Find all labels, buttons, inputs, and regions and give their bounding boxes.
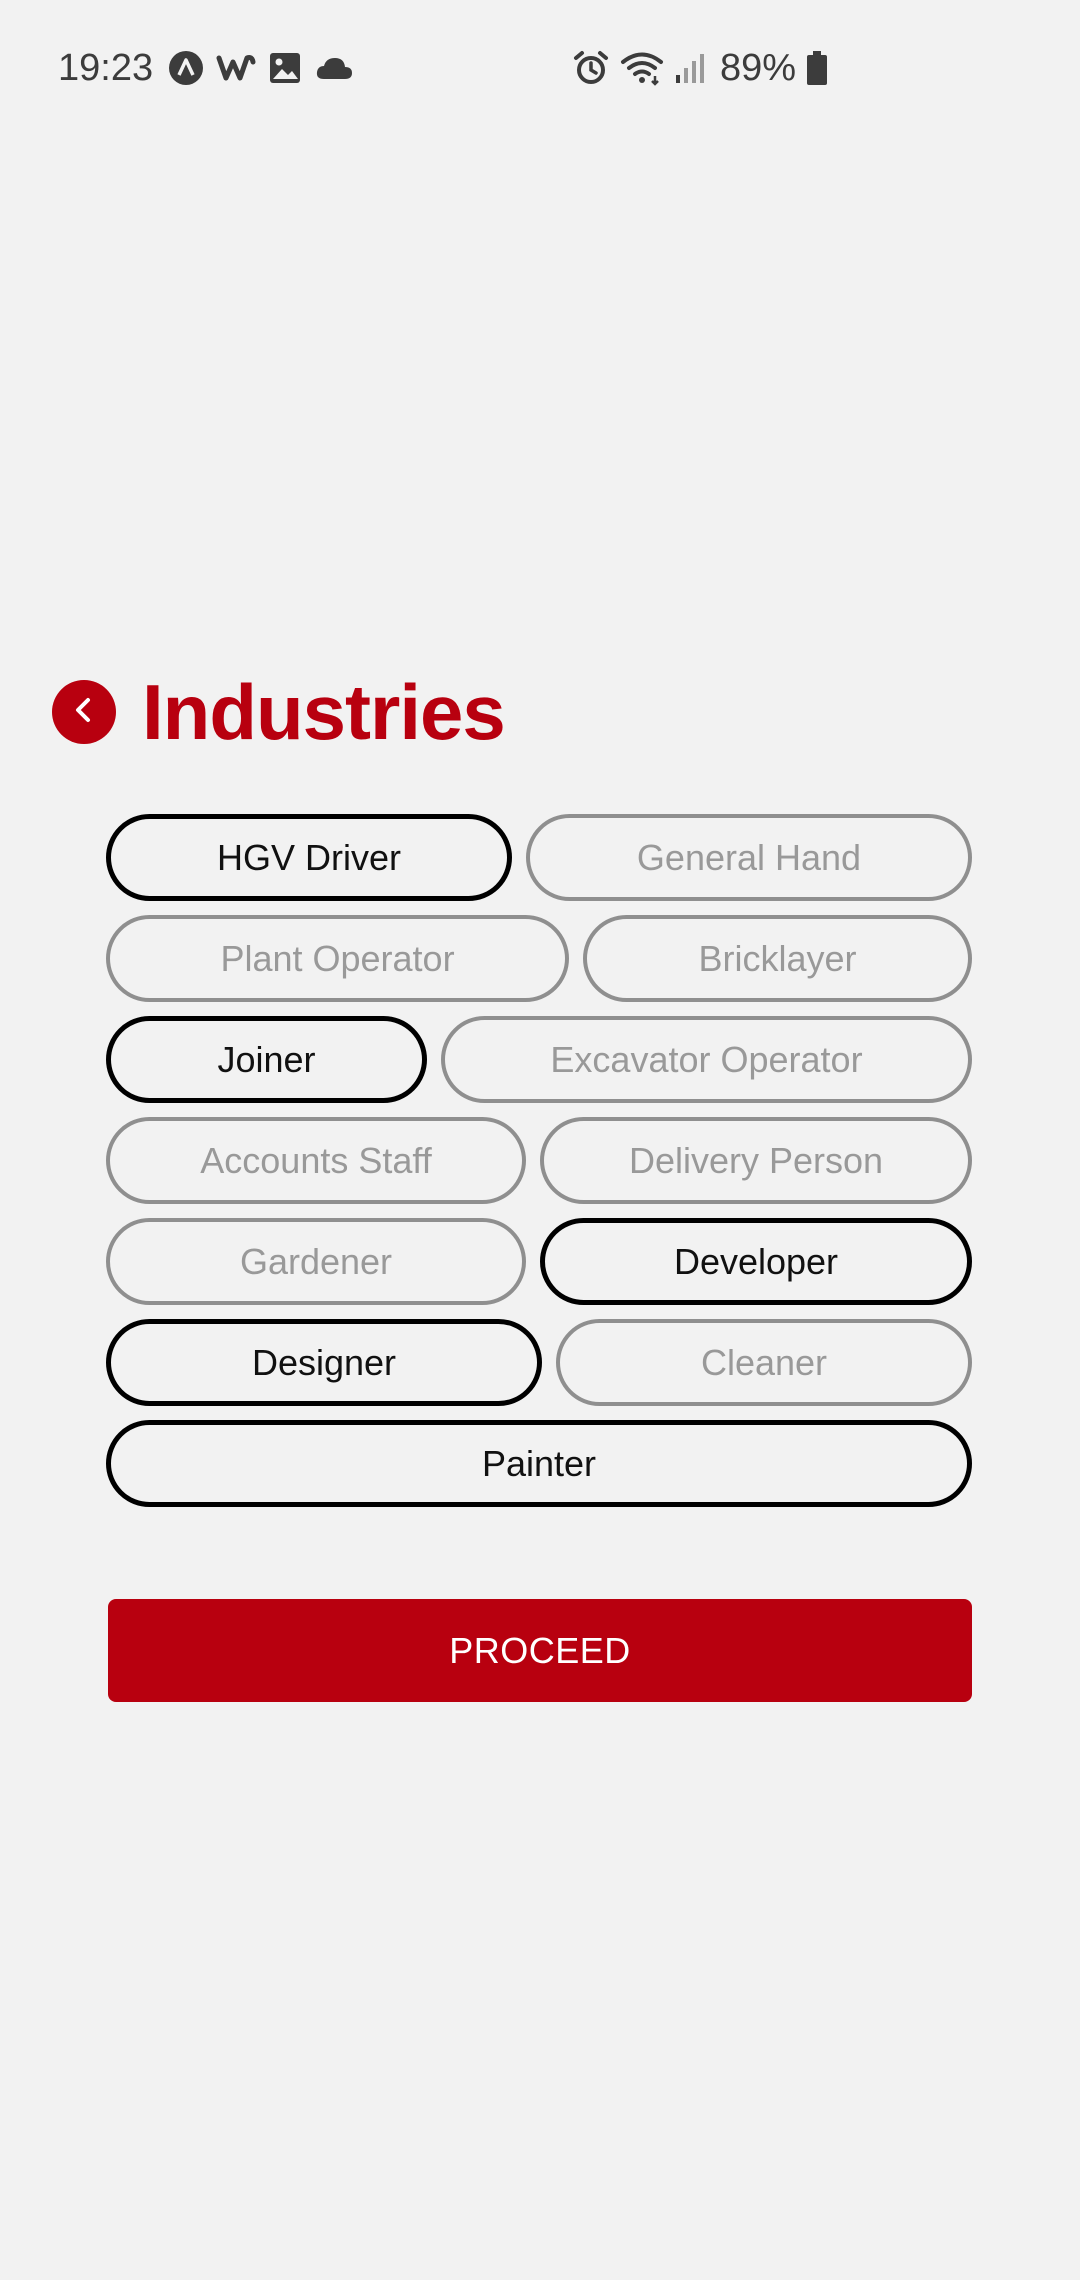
chip-gardener[interactable]: Gardener [106, 1218, 526, 1305]
proceed-button[interactable]: PROCEED [108, 1599, 972, 1702]
chevron-left-icon [69, 695, 99, 730]
back-button[interactable] [52, 680, 116, 744]
chip-row: Gardener Developer [106, 1218, 972, 1305]
status-time: 19:23 [58, 47, 154, 89]
chip-joiner[interactable]: Joiner [106, 1016, 427, 1103]
signal-icon [674, 51, 704, 85]
navigation-app-icon [168, 50, 204, 86]
chip-delivery-person[interactable]: Delivery Person [540, 1117, 972, 1204]
chip-accounts-staff[interactable]: Accounts Staff [106, 1117, 526, 1204]
battery-percentage: 89% [720, 47, 797, 89]
wifi-icon [620, 50, 664, 86]
chip-row: Painter [106, 1420, 972, 1507]
chip-row: Plant Operator Bricklayer [106, 915, 972, 1002]
chip-bricklayer[interactable]: Bricklayer [583, 915, 972, 1002]
chip-developer[interactable]: Developer [540, 1218, 972, 1305]
chip-plant-operator[interactable]: Plant Operator [106, 915, 569, 1002]
status-left-icons [168, 50, 354, 86]
chip-painter[interactable]: Painter [106, 1420, 972, 1507]
alarm-icon [572, 49, 610, 87]
chip-row: HGV Driver General Hand [106, 814, 972, 901]
status-right: 89% [572, 46, 828, 90]
chip-cleaner[interactable]: Cleaner [556, 1319, 972, 1406]
chip-designer[interactable]: Designer [106, 1319, 542, 1406]
chip-general-hand[interactable]: General Hand [526, 814, 972, 901]
status-bar: 19:23 89% [0, 0, 1080, 136]
chip-row: Joiner Excavator Operator [106, 1016, 972, 1103]
image-icon [268, 51, 302, 85]
battery-icon [806, 50, 828, 86]
page-title: Industries [142, 667, 506, 756]
chip-hgv-driver[interactable]: HGV Driver [106, 814, 512, 901]
chip-excavator-operator[interactable]: Excavator Operator [441, 1016, 972, 1103]
chip-row: Designer Cleaner [106, 1319, 972, 1406]
w-app-icon [216, 50, 256, 86]
industry-chips: HGV Driver General Hand Plant Operator B… [106, 814, 972, 1507]
cloud-icon [314, 53, 354, 83]
header: Industries [52, 662, 506, 762]
chip-row: Accounts Staff Delivery Person [106, 1117, 972, 1204]
